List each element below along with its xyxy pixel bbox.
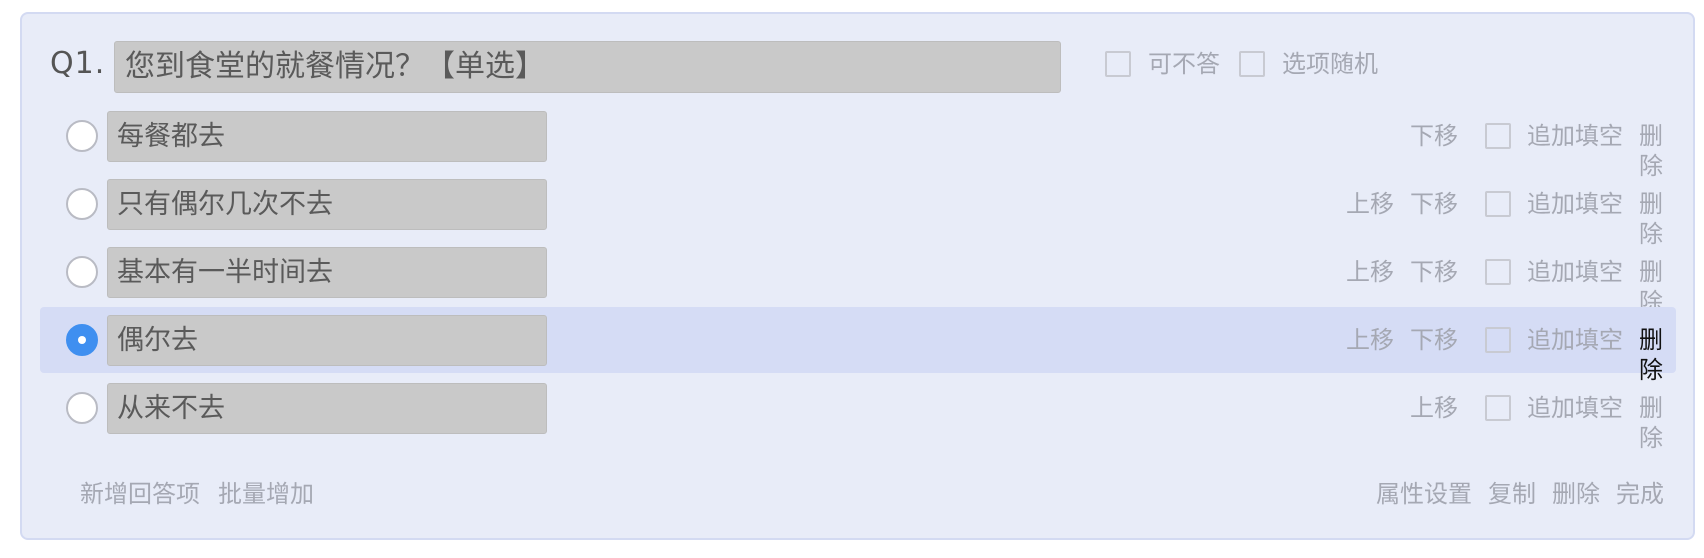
properties-button[interactable]: 属性设置 xyxy=(1376,479,1472,509)
question-editor-card: Q1. 您到食堂的就餐情况？【单选】 可不答 选项随机 每餐都去 下移 追加填空… xyxy=(20,12,1695,540)
option-text-input[interactable]: 从来不去 xyxy=(107,383,547,434)
option-radio[interactable] xyxy=(66,392,98,424)
add-fill-checkbox[interactable] xyxy=(1485,123,1511,149)
option-text-input[interactable]: 每餐都去 xyxy=(107,111,547,162)
add-fill-label: 追加填空 xyxy=(1527,122,1623,150)
option-row: 每餐都去 下移 追加填空 删除 xyxy=(40,103,1676,180)
add-fill-checkbox[interactable] xyxy=(1485,395,1511,421)
move-down-button[interactable]: 下移 xyxy=(1410,325,1458,355)
done-button[interactable]: 完成 xyxy=(1616,479,1664,509)
question-title-input[interactable]: 您到食堂的就餐情况？【单选】 xyxy=(114,41,1061,93)
optional-checkbox[interactable] xyxy=(1105,51,1131,77)
option-radio-checked[interactable] xyxy=(66,324,98,356)
copy-button[interactable]: 复制 xyxy=(1488,479,1536,509)
add-fill-label: 追加填空 xyxy=(1527,258,1623,286)
random-order-checkbox[interactable] xyxy=(1239,51,1265,77)
add-fill-checkbox[interactable] xyxy=(1485,259,1511,285)
add-fill-checkbox[interactable] xyxy=(1485,327,1511,353)
move-down-button[interactable]: 下移 xyxy=(1410,257,1458,287)
option-text-input[interactable]: 基本有一半时间去 xyxy=(107,247,547,298)
question-number: Q1. xyxy=(50,46,106,81)
option-row: 只有偶尔几次不去 上移 下移 追加填空 删除 xyxy=(40,171,1676,248)
option-row: 从来不去 上移 追加填空 删除 xyxy=(40,375,1676,452)
move-down-button[interactable]: 下移 xyxy=(1410,121,1458,151)
delete-option-button[interactable]: 删除 xyxy=(1639,393,1676,453)
move-down-button[interactable]: 下移 xyxy=(1410,189,1458,219)
move-up-button[interactable]: 上移 xyxy=(1346,257,1394,287)
move-up-button[interactable]: 上移 xyxy=(1346,325,1394,355)
option-radio[interactable] xyxy=(66,120,98,152)
option-text-input[interactable]: 偶尔去 xyxy=(107,315,547,366)
delete-question-button[interactable]: 删除 xyxy=(1552,479,1600,509)
option-radio[interactable] xyxy=(66,256,98,288)
option-row: 基本有一半时间去 上移 下移 追加填空 删除 xyxy=(40,239,1676,316)
add-fill-checkbox[interactable] xyxy=(1485,191,1511,217)
move-up-button[interactable]: 上移 xyxy=(1346,189,1394,219)
option-radio[interactable] xyxy=(66,188,98,220)
option-row-selected: 偶尔去 上移 下移 追加填空 删除 xyxy=(40,307,1676,384)
optional-label: 可不答 xyxy=(1148,50,1220,78)
add-answer-button[interactable]: 新增回答项 xyxy=(80,479,200,509)
add-fill-label: 追加填空 xyxy=(1527,394,1623,422)
random-order-label: 选项随机 xyxy=(1282,50,1378,78)
option-text-input[interactable]: 只有偶尔几次不去 xyxy=(107,179,547,230)
add-fill-label: 追加填空 xyxy=(1527,190,1623,218)
batch-add-button[interactable]: 批量增加 xyxy=(218,479,314,509)
move-up-button[interactable]: 上移 xyxy=(1410,393,1458,423)
add-fill-label: 追加填空 xyxy=(1527,326,1623,354)
